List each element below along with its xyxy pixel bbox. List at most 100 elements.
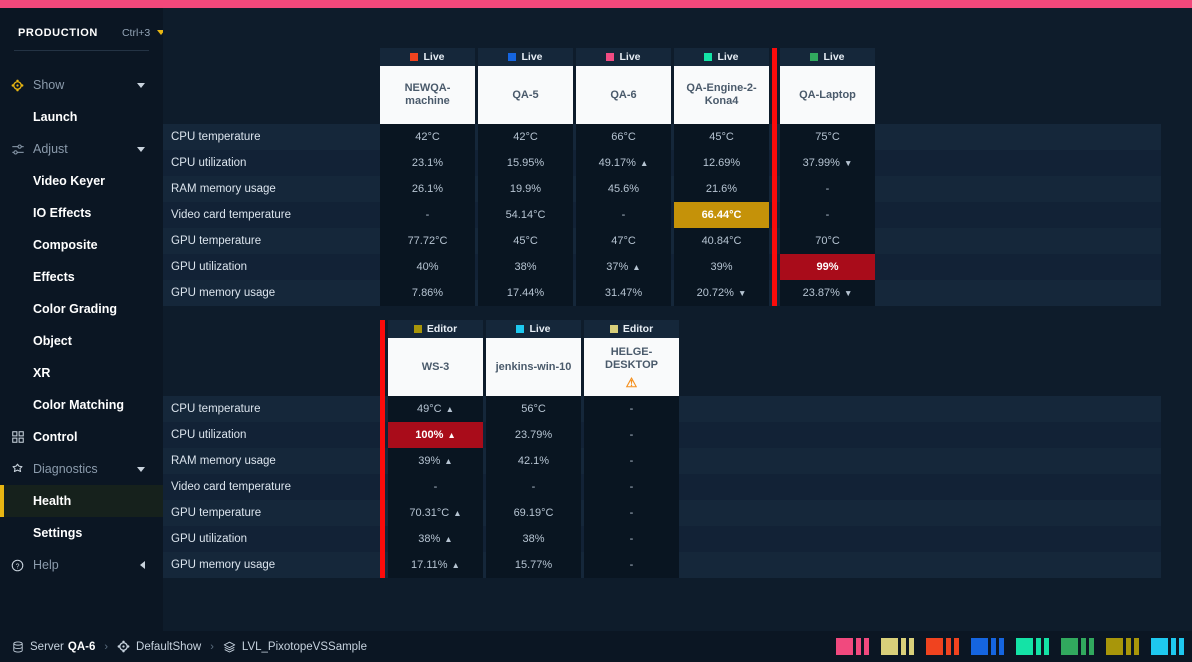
metric-value-cell: 7.86% [380,280,475,306]
machine-name: HELGE-DESKTOP [605,345,658,371]
help-icon: ? [10,558,25,573]
sidebar-group-diagnostics[interactable]: Diagnostics [0,453,163,485]
metric-value: 15.77% [514,559,553,571]
swatch-block [1016,638,1033,655]
machine-status-badge: Live [486,320,581,338]
sidebar-item-label: Settings [33,526,83,540]
metric-value-cell: 39% ▲ [388,448,483,474]
sidebar-item-launch[interactable]: Launch [0,101,163,133]
trend-up-icon: ▲ [445,404,454,414]
status-label: Live [717,51,739,63]
sidebar-item-settings[interactable]: Settings [0,517,163,549]
sidebar-item-xr[interactable]: XR [0,357,163,389]
sidebar-item-color-grading[interactable]: Color Grading [0,293,163,325]
machine-name-card[interactable]: WS-3 [388,338,483,396]
swatch-bar [1179,638,1184,655]
machine-swatch[interactable] [881,638,914,655]
machine-swatch[interactable] [1151,638,1184,655]
sidebar-group-adjust[interactable]: Adjust [0,133,163,165]
diagnostics-icon [10,462,25,477]
sidebar-group-control[interactable]: Control [0,421,163,453]
machine-swatch[interactable] [926,638,959,655]
table-row: GPU utilization 38% ▲ 38% - [163,526,1161,552]
metric-value-cell: - [584,396,679,422]
swatch-bar [1081,638,1086,655]
breadcrumb-value: QA-6 [67,640,96,653]
machine-swatch[interactable] [1061,638,1094,655]
trend-up-icon: ▲ [444,456,453,466]
trend-up-icon: ▲ [451,560,460,570]
metric-label: RAM memory usage [171,455,276,467]
metric-value: 54.14°C [505,209,546,221]
status-label: Live [823,51,845,63]
chevron-down-icon [137,466,145,472]
sidebar-item-video-keyer[interactable]: Video Keyer [0,165,163,197]
metric-value: - [629,429,634,441]
status-label: Editor [426,323,458,335]
metric-value: - [825,183,830,195]
metric-value-cell: 42.1% [486,448,581,474]
metric-value: - [629,559,634,571]
status-color-dot [413,325,422,333]
machine-status-row: Live Live Live Live Live [163,48,1161,66]
metric-value-cell: 37.99% ▼ [780,150,875,176]
sidebar-group-help[interactable]: ? Help [0,549,163,581]
swatch-bar [991,638,996,655]
sidebar-group-show[interactable]: Show [0,69,163,101]
breadcrumb-item[interactable]: LVL_PixotopeVSSample [223,641,367,653]
machine-name-card[interactable]: HELGE-DESKTOP ⚠ [584,338,679,396]
sidebar-item-color-matching[interactable]: Color Matching [0,389,163,421]
production-selector[interactable]: PRODUCTION Ctrl+3 [14,15,166,51]
status-label: Live [619,51,641,63]
server-icon [12,641,24,653]
metric-label: CPU temperature [171,403,261,415]
metric-value-cell: 37% ▲ [576,254,671,280]
metric-value: 69.19°C [513,507,554,519]
metric-value-cell: 54.14°C [478,202,573,228]
machine-name-card[interactable]: QA-6 [576,66,671,124]
metric-value-cell: 39% [674,254,769,280]
sidebar-item-effects[interactable]: Effects [0,261,163,293]
trend-down-icon: ▼ [843,288,853,298]
metric-value-cell: 21.6% [674,176,769,202]
metric-value-cell: 45°C [478,228,573,254]
machine-name-card[interactable]: jenkins-win-10 [486,338,581,396]
sidebar-group-label: Diagnostics [33,462,98,476]
breadcrumb-item[interactable]: Server QA-6 [12,641,95,653]
metric-label: GPU utilization [171,533,248,545]
metric-value-cell: - [780,202,875,228]
metric-value: 38% [514,261,537,273]
breadcrumb-label: LVL_PixotopeVSSample [241,640,368,653]
health-dashboard-app: PRODUCTION Ctrl+3 Show Launch Adjust Video … [0,0,1192,662]
metric-value-cell: - [584,500,679,526]
metric-value: 66.44°C [701,209,742,221]
machine-swatch[interactable] [1016,638,1049,655]
sidebar-item-label: Composite [33,238,98,252]
machine-name-card[interactable]: QA-5 [478,66,573,124]
metric-value: 49°C [417,403,442,415]
metric-value: 12.69% [702,157,741,169]
swatch-bar [999,638,1004,655]
machine-name-card[interactable]: QA-Laptop [780,66,875,124]
sidebar-item-composite[interactable]: Composite [0,229,163,261]
sidebar-item-object[interactable]: Object [0,325,163,357]
machine-name-card[interactable]: NEWQA-machine [380,66,475,124]
breadcrumb-item[interactable]: DefaultShow [117,640,201,653]
metric-label: Video card temperature [171,209,291,221]
machine-status-badge: Live [674,48,769,66]
sidebar-item-health[interactable]: Health [0,485,163,517]
metric-value-cell: - [584,448,679,474]
swatch-block [1106,638,1123,655]
machine-name-card[interactable]: QA-Engine-2-Kona4 [674,66,769,124]
machine-swatch[interactable] [971,638,1004,655]
machine-status-badge: Live [380,48,475,66]
metric-value: 66°C [611,131,636,143]
status-color-dot [606,53,615,61]
machine-swatch[interactable] [1106,638,1139,655]
sidebar-item-io-effects[interactable]: IO Effects [0,197,163,229]
machine-swatch[interactable] [836,638,869,655]
metric-value: 70°C [815,235,840,247]
metric-value-cell: 70.31°C ▲ [388,500,483,526]
swatch-bar [1036,638,1041,655]
metric-value: 31.47% [604,287,643,299]
